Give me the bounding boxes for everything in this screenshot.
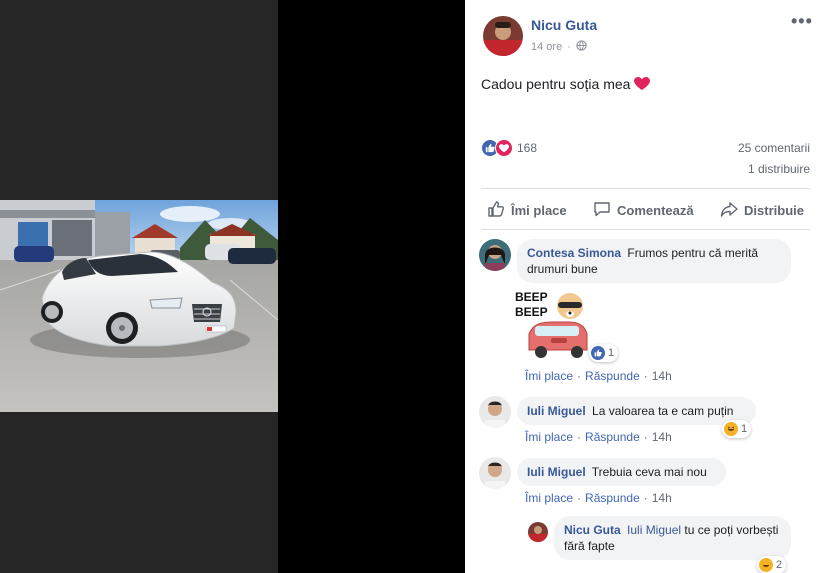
comment-bubble: Iuli Miguel La valoarea ta e cam puțin	[517, 397, 756, 425]
comment-reply-link[interactable]: Răspunde	[585, 369, 640, 383]
comment-reply-link[interactable]: Răspunde	[585, 430, 640, 444]
comment-actions: Îmi place · Răspunde · 14h	[525, 369, 672, 383]
sticker-text-line2: BEEP	[515, 305, 548, 319]
like-reaction-icon	[591, 346, 605, 360]
comment-like-link[interactable]: Îmi place	[525, 430, 573, 444]
shares-count-link[interactable]: 1 distribuire	[748, 162, 810, 176]
avatar-image	[479, 396, 511, 428]
reactions-summary[interactable]: 168	[481, 139, 537, 157]
comment-actions: Îmi place · Răspunde · 14h	[525, 491, 672, 505]
beep-beep-sticker[interactable]: BEEP BEEP	[515, 288, 591, 366]
comment-reply-link[interactable]: Răspunde	[585, 491, 640, 505]
comments-count-link[interactable]: 25 comentarii	[738, 141, 810, 155]
comment-author[interactable]: Iuli Miguel	[527, 404, 586, 418]
photo-viewer	[0, 0, 465, 573]
comment-author[interactable]: Contesa Simona	[527, 246, 621, 260]
commenter-avatar[interactable]	[479, 457, 511, 489]
avatar-image	[528, 522, 548, 542]
comment-text: Trebuia ceva mai nou	[591, 465, 707, 479]
reply-reactions[interactable]: 2	[757, 556, 787, 573]
haha-reaction-icon	[759, 558, 773, 572]
more-options-icon[interactable]: •••	[791, 12, 812, 32]
comment-label: Comentează	[617, 202, 694, 218]
comment-reactions[interactable]: 1	[589, 344, 619, 362]
like-label: Îmi place	[511, 202, 567, 218]
comment-author[interactable]: Iuli Miguel	[527, 465, 586, 479]
reply-author-avatar[interactable]	[528, 522, 548, 542]
avatar-image	[479, 457, 511, 489]
comment-reactions[interactable]: 1	[722, 420, 752, 438]
comment-button[interactable]: Comentează	[587, 196, 700, 224]
post-photo[interactable]	[0, 200, 278, 412]
actions-divider-top	[481, 188, 810, 189]
post-text: Cadou pentru soția mea	[481, 76, 651, 92]
post-time[interactable]: 14 ore	[531, 41, 562, 53]
reply-author[interactable]: Nicu Guta	[564, 523, 621, 537]
comment-reaction-count: 1	[741, 423, 748, 435]
comment-bubble: Contesa Simona Frumos pentru că merită d…	[517, 239, 791, 283]
reply-reaction-count: 2	[776, 559, 783, 571]
post-text-content: Cadou pentru soția mea	[481, 76, 631, 92]
author-avatar[interactable]	[483, 16, 523, 56]
reaction-count: 168	[517, 141, 538, 155]
avatar-image	[479, 239, 511, 271]
reply-bubble: Nicu Guta Iuli Miguel tu ce poți vorbeșt…	[554, 516, 791, 560]
commenter-avatar[interactable]	[479, 239, 511, 271]
commenter-avatar[interactable]	[479, 396, 511, 428]
comment-like-link[interactable]: Îmi place	[525, 369, 573, 383]
sticker-text-line1: BEEP	[515, 290, 548, 304]
comment-text: La valoarea ta e cam puțin	[592, 404, 734, 418]
share-icon	[720, 200, 738, 221]
reply-mention[interactable]: Iuli Miguel	[627, 523, 681, 537]
comment-like-link[interactable]: Îmi place	[525, 491, 573, 505]
thumbs-up-icon	[487, 200, 505, 221]
comment-time[interactable]: 14h	[652, 430, 672, 444]
heart-emoji	[634, 76, 651, 92]
share-button[interactable]: Distribuie	[714, 196, 810, 224]
love-reaction-icon	[495, 139, 513, 157]
share-label: Distribuie	[744, 202, 804, 218]
post-meta: 14 ore ·	[531, 40, 587, 54]
comment-bubble: Iuli Miguel Trebuia ceva mai nou	[517, 458, 726, 486]
comment-time[interactable]: 14h	[652, 491, 672, 505]
like-button[interactable]: Îmi place	[481, 196, 573, 224]
haha-reaction-icon	[724, 422, 738, 436]
actions-divider-bottom	[481, 229, 810, 230]
post-actions: Îmi place Comentează Distribuie	[481, 196, 810, 224]
comment-time[interactable]: 14h	[652, 369, 672, 383]
comment-actions: Îmi place · Răspunde · 14h	[525, 430, 672, 444]
comment-icon	[593, 200, 611, 221]
post-panel: Nicu Guta 14 ore · ••• Cadou pentru soți…	[465, 0, 834, 573]
globe-icon	[576, 40, 587, 54]
car-photo-graphic	[0, 200, 278, 412]
avatar-image	[483, 16, 523, 56]
author-name[interactable]: Nicu Guta	[531, 17, 597, 33]
comment-reaction-count: 1	[608, 347, 615, 359]
